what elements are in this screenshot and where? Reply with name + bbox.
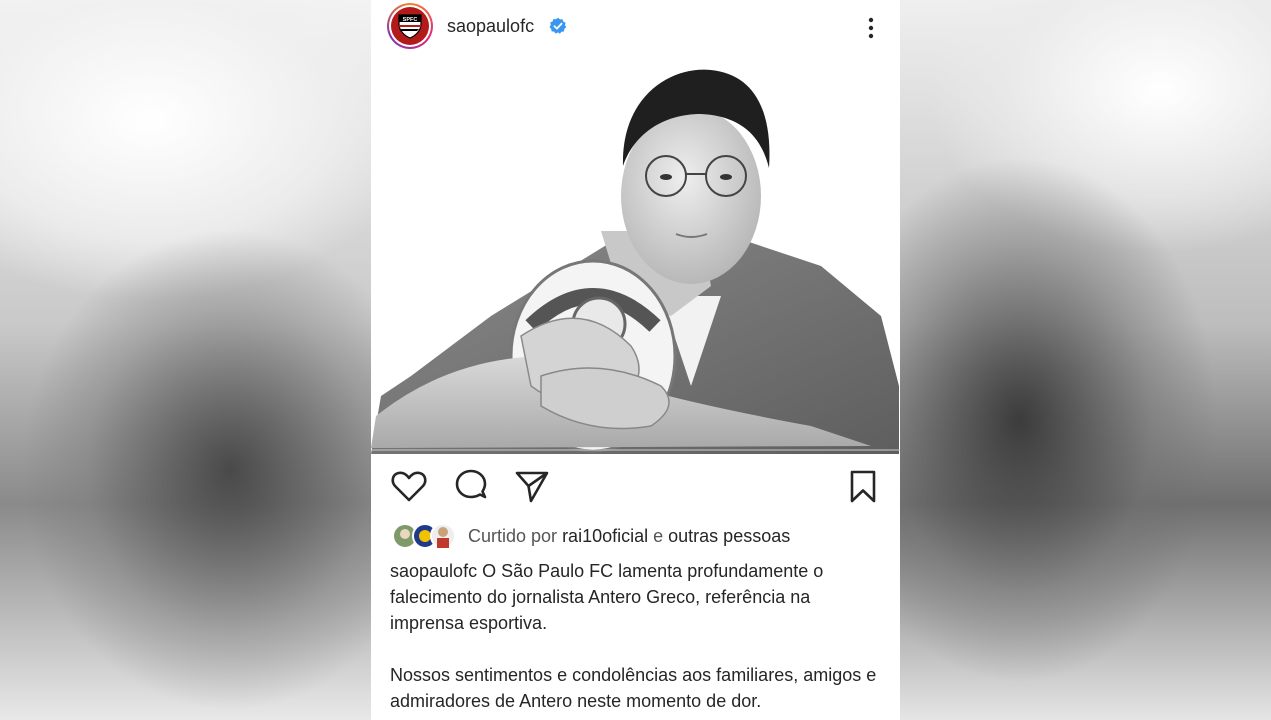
post-header: SPFC saopaulofc [371,0,900,56]
caption-paragraph-1: saopaulofc O São Paulo FC lamenta profun… [390,558,885,636]
instagram-post: SPFC saopaulofc Curtido por rai10oficial… [371,0,900,720]
heart-icon[interactable] [389,466,429,506]
liker-avatars[interactable] [391,522,461,550]
send-icon[interactable] [512,466,552,506]
avatar-ring: SPFC [389,5,431,47]
post-actions [371,466,900,510]
bookmark-icon[interactable] [843,466,883,506]
more-options-icon[interactable] [861,14,881,42]
liked-by-text: Curtido por rai10oficial e outras pessoa… [468,526,790,547]
post-photo[interactable] [371,56,900,456]
post-caption: saopaulofc O São Paulo FC lamenta profun… [390,558,885,714]
caption-username[interactable]: saopaulofc [390,561,477,581]
club-logo: SPFC [391,7,429,45]
comment-icon[interactable] [451,466,491,506]
caption-paragraph-2: Nossos sentimentos e condolências aos fa… [390,665,877,711]
blurred-background-left [0,0,371,720]
verified-badge-icon [549,17,567,34]
avatar-logo-text: SPFC [403,17,418,23]
liked-by-prefix: Curtido por [468,526,558,546]
liked-by-others[interactable]: outras pessoas [668,526,790,546]
post-username[interactable]: saopaulofc [447,16,534,37]
liked-by-conjunction: e [653,526,664,546]
blurred-background-right [900,0,1271,720]
club-crest-icon: SPFC [398,14,422,39]
liked-by-row: Curtido por rai10oficial e outras pessoa… [371,520,900,552]
liked-by-user[interactable]: rai10oficial [562,526,648,546]
profile-avatar[interactable]: SPFC [387,3,433,49]
